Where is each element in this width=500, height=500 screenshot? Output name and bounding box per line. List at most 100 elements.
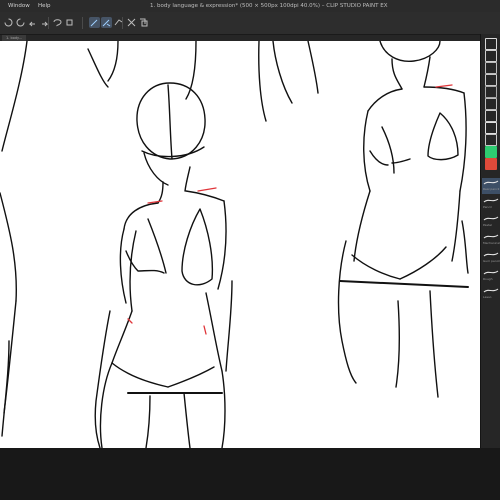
command-bar — [0, 12, 500, 35]
select-erase-icon[interactable] — [101, 17, 112, 28]
brush-list-item[interactable]: Real pencil — [482, 178, 500, 194]
brush-list-item[interactable]: Pencil — [482, 196, 500, 212]
brush-name: Rough — [483, 277, 493, 281]
sketch-stroke — [1, 340, 10, 437]
sketch-stroke — [157, 181, 164, 204]
sketch-stroke — [0, 192, 18, 302]
toolbar-separator — [82, 17, 83, 29]
sketch-stroke — [184, 166, 191, 192]
gradient-tool-icon[interactable] — [485, 98, 497, 110]
sketch-stroke — [167, 366, 215, 388]
sketch-stroke — [379, 41, 441, 62]
sketch-stroke — [119, 228, 127, 304]
sketch-stroke — [225, 280, 233, 372]
brush-name: Gum pencil — [483, 259, 500, 263]
sketch-stroke — [459, 92, 467, 192]
circle-arrow-icon[interactable] — [3, 17, 14, 28]
fill-icon[interactable] — [64, 17, 75, 28]
layer-tool-icon[interactable] — [485, 50, 497, 62]
brush-stroke-preview — [483, 270, 499, 275]
pen-tool-icon[interactable] — [485, 38, 497, 50]
window-title: 1. body language & expression* (500 × 50… — [150, 3, 388, 9]
sketch-stroke — [381, 126, 395, 174]
sketch-stroke — [351, 254, 401, 280]
brush-stroke-preview — [483, 198, 499, 203]
sketch-stroke — [123, 202, 159, 230]
sketch-stroke — [429, 290, 439, 398]
sketch-stroke — [391, 158, 411, 164]
title-bar: Window Help 1. body language & expressio… — [0, 0, 500, 12]
sketch-stroke — [461, 220, 469, 274]
sketch-stroke — [129, 230, 137, 312]
brush-stroke-preview — [483, 252, 499, 257]
sketch-stroke — [99, 362, 113, 448]
brush-list-item[interactable]: Mechanical — [482, 232, 500, 248]
sketch-stroke — [423, 86, 465, 94]
brush-palette-icon[interactable] — [485, 158, 497, 170]
brush-tool-icon[interactable] — [485, 62, 497, 74]
sketch-stroke — [145, 395, 151, 448]
sketch-stroke — [272, 41, 293, 104]
brush-name: Lasso — [483, 295, 492, 299]
sketch-stroke — [111, 310, 133, 364]
sketch-stroke — [367, 88, 403, 112]
brush-list-item[interactable]: Pastel — [482, 214, 500, 230]
toolbar-separator — [122, 17, 123, 29]
brush-list-item[interactable]: Lasso — [482, 286, 500, 302]
sketch-stroke — [363, 110, 371, 192]
menu-window[interactable]: Window — [8, 0, 30, 12]
sketch-stroke — [258, 41, 267, 122]
sketch-stroke — [399, 246, 447, 280]
sketch-stroke — [395, 300, 401, 388]
brush-list-item[interactable]: Rough — [482, 268, 500, 284]
sketch-stroke — [185, 190, 225, 202]
sketch-stroke — [111, 362, 169, 388]
sketch-stroke — [391, 58, 403, 90]
lasso-icon[interactable] — [52, 17, 63, 28]
sketch-stroke — [181, 208, 214, 286]
sketch-stroke — [307, 41, 319, 94]
toolbar-separator — [48, 17, 49, 29]
brush-name: Mechanical — [483, 241, 500, 245]
sketch-stroke — [339, 280, 469, 288]
balloon-tool-icon[interactable] — [485, 134, 497, 146]
right-palette-panel: Real pencil Pencil Pastel Mechanical Gum pen… — [480, 34, 500, 448]
drawing-canvas[interactable] — [0, 41, 480, 448]
sketch-stroke — [205, 292, 223, 372]
highlight-marks — [127, 84, 453, 335]
sketch-stroke — [94, 310, 111, 448]
brush-stroke-preview — [483, 216, 499, 221]
eraser-tool-icon[interactable] — [485, 74, 497, 86]
sketch-stroke — [167, 84, 173, 160]
brush-stroke-preview — [483, 180, 499, 185]
brush-list-item[interactable]: Gum pencil — [482, 250, 500, 266]
sketch-stroke — [369, 150, 389, 166]
sketch-stroke — [107, 41, 119, 82]
menu-help[interactable]: Help — [38, 0, 51, 12]
copy-icon[interactable] — [138, 17, 149, 28]
figure-tool-icon[interactable] — [485, 110, 497, 122]
sketch-stroke — [183, 392, 191, 448]
brush-stroke-preview — [483, 234, 499, 239]
brush-name: Pastel — [483, 223, 492, 227]
sketch-stroke — [451, 190, 461, 262]
color-palette-icon[interactable] — [485, 146, 497, 158]
sketch-stroke — [337, 240, 357, 384]
text-tool-icon[interactable] — [485, 122, 497, 134]
brush-name: Pencil — [483, 205, 492, 209]
sketch-stroke — [427, 112, 459, 161]
sketch-stroke — [87, 48, 109, 88]
sketch-stroke — [147, 218, 167, 274]
sketch-stroke — [423, 56, 431, 88]
spinner-icon[interactable] — [15, 17, 26, 28]
bottom-area — [0, 448, 500, 500]
sketch-layer — [0, 41, 469, 448]
undo-icon[interactable] — [27, 17, 38, 28]
sketch-stroke — [221, 370, 226, 448]
sketch-stroke — [353, 190, 371, 262]
brush-stroke-preview — [483, 288, 499, 293]
brush-name: Real pencil — [483, 187, 500, 191]
fill-tool-icon[interactable] — [485, 86, 497, 98]
invert-icon[interactable] — [126, 17, 137, 28]
select-pen-icon[interactable] — [89, 17, 100, 28]
